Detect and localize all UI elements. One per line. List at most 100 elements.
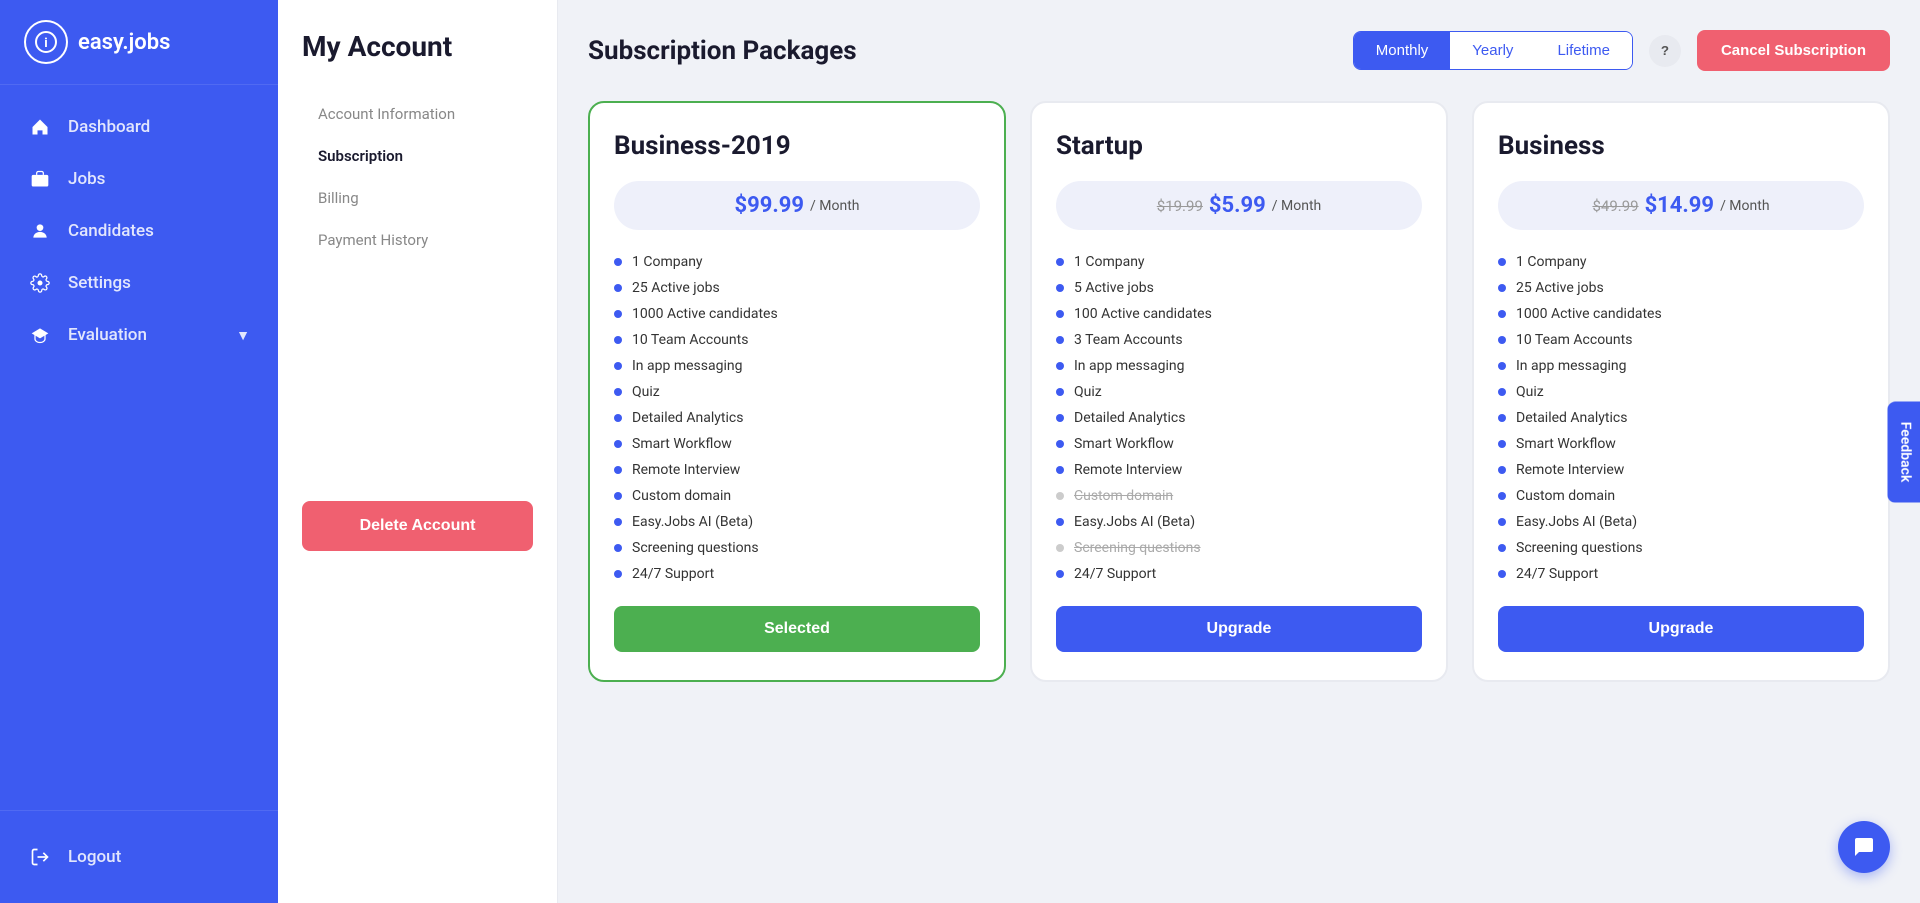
feature-item-0-11: Screening questions <box>614 540 980 556</box>
plan-features-0: 1 Company 25 Active jobs 1000 Active can… <box>614 254 980 582</box>
feature-item-2-5: Quiz <box>1498 384 1864 400</box>
feature-dot-1-9 <box>1056 492 1064 500</box>
feature-dot-0-10 <box>614 518 622 526</box>
feature-text-1-2: 100 Active candidates <box>1074 306 1212 322</box>
feature-dot-0-1 <box>614 284 622 292</box>
feature-dot-1-1 <box>1056 284 1064 292</box>
chat-button[interactable] <box>1838 821 1890 873</box>
plans-grid: Business-2019 $99.99 / Month 1 Company 2… <box>588 101 1890 682</box>
feature-text-1-0: 1 Company <box>1074 254 1145 270</box>
sidebar-item-evaluation[interactable]: Evaluation ▼ <box>0 309 278 361</box>
sidebar-label-settings: Settings <box>68 273 131 293</box>
sidebar-item-candidates[interactable]: Candidates <box>0 205 278 257</box>
plan-name-2: Business <box>1498 131 1864 161</box>
plan-action-btn-1[interactable]: Upgrade <box>1056 606 1422 652</box>
feature-item-0-10: Easy.Jobs AI (Beta) <box>614 514 980 530</box>
plan-action-btn-2[interactable]: Upgrade <box>1498 606 1864 652</box>
delete-account-button[interactable]: Delete Account <box>302 501 533 551</box>
plan-action-btn-0[interactable]: Selected <box>614 606 980 652</box>
sidebar-label-candidates: Candidates <box>68 221 154 241</box>
logo[interactable]: i easy.jobs <box>0 0 278 85</box>
feature-item-2-9: Custom domain <box>1498 488 1864 504</box>
feature-text-1-1: 5 Active jobs <box>1074 280 1154 296</box>
feature-text-1-10: Easy.Jobs AI (Beta) <box>1074 514 1195 530</box>
account-menu-item-subscription[interactable]: Subscription <box>302 135 533 177</box>
feature-text-0-12: 24/7 Support <box>632 566 714 582</box>
plan-name-0: Business-2019 <box>614 131 980 161</box>
toggle-yearly[interactable]: Yearly <box>1450 32 1535 69</box>
account-menu-item-billing[interactable]: Billing <box>302 177 533 219</box>
feature-item-2-6: Detailed Analytics <box>1498 410 1864 426</box>
feature-dot-1-5 <box>1056 388 1064 396</box>
feature-item-1-2: 100 Active candidates <box>1056 306 1422 322</box>
feature-dot-2-10 <box>1498 518 1506 526</box>
feature-text-1-7: Smart Workflow <box>1074 436 1174 452</box>
feature-item-2-3: 10 Team Accounts <box>1498 332 1864 348</box>
feature-text-1-8: Remote Interview <box>1074 462 1182 478</box>
sidebar-item-settings[interactable]: Settings <box>0 257 278 309</box>
feature-item-0-2: 1000 Active candidates <box>614 306 980 322</box>
plan-features-2: 1 Company 25 Active jobs 1000 Active can… <box>1498 254 1864 582</box>
price-current-1: $5.99 <box>1209 193 1266 218</box>
feature-item-2-12: 24/7 Support <box>1498 566 1864 582</box>
cancel-subscription-button[interactable]: Cancel Subscription <box>1697 30 1890 71</box>
feature-text-2-9: Custom domain <box>1516 488 1615 504</box>
feedback-tab[interactable]: Feedback <box>1888 401 1920 502</box>
sidebar-nav: Dashboard Jobs Candidates Settings Evalu… <box>0 85 278 810</box>
toggle-monthly[interactable]: Monthly <box>1354 32 1451 69</box>
chevron-down-icon: ▼ <box>236 327 250 344</box>
feature-text-0-10: Easy.Jobs AI (Beta) <box>632 514 753 530</box>
sidebar-item-jobs[interactable]: Jobs <box>0 153 278 205</box>
feature-dot-2-4 <box>1498 362 1506 370</box>
feature-dot-1-4 <box>1056 362 1064 370</box>
feature-item-1-3: 3 Team Accounts <box>1056 332 1422 348</box>
plan-card-2: Business $49.99 $14.99 / Month 1 Company… <box>1472 101 1890 682</box>
feature-text-2-11: Screening questions <box>1516 540 1643 556</box>
feature-dot-0-8 <box>614 466 622 474</box>
help-button[interactable]: ? <box>1649 35 1681 67</box>
price-period-2: / Month <box>1720 198 1769 214</box>
feature-item-2-7: Smart Workflow <box>1498 436 1864 452</box>
feature-dot-2-8 <box>1498 466 1506 474</box>
feature-text-2-2: 1000 Active candidates <box>1516 306 1662 322</box>
price-period-1: / Month <box>1272 198 1321 214</box>
subscription-content: Subscription Packages Monthly Yearly Lif… <box>558 0 1920 903</box>
logout-button[interactable]: Logout <box>0 831 278 883</box>
price-old-1: $19.99 <box>1157 197 1203 215</box>
feature-item-0-3: 10 Team Accounts <box>614 332 980 348</box>
sidebar-item-dashboard[interactable]: Dashboard <box>0 101 278 153</box>
feature-dot-2-9 <box>1498 492 1506 500</box>
feature-item-1-6: Detailed Analytics <box>1056 410 1422 426</box>
toggle-lifetime[interactable]: Lifetime <box>1535 32 1632 69</box>
logout-label: Logout <box>68 847 121 867</box>
feature-item-0-5: Quiz <box>614 384 980 400</box>
logout-icon <box>28 845 52 869</box>
feature-item-2-10: Easy.Jobs AI (Beta) <box>1498 514 1864 530</box>
feature-dot-2-5 <box>1498 388 1506 396</box>
feature-dot-1-11 <box>1056 544 1064 552</box>
feature-text-2-12: 24/7 Support <box>1516 566 1598 582</box>
feature-item-0-4: In app messaging <box>614 358 980 374</box>
account-menu-item-payment-history[interactable]: Payment History <box>302 219 533 261</box>
feature-text-2-10: Easy.Jobs AI (Beta) <box>1516 514 1637 530</box>
feature-item-1-11: Screening questions <box>1056 540 1422 556</box>
feature-dot-2-12 <box>1498 570 1506 578</box>
sidebar-logout: Logout <box>0 810 278 903</box>
feature-dot-2-2 <box>1498 310 1506 318</box>
feature-text-1-3: 3 Team Accounts <box>1074 332 1183 348</box>
feature-text-1-5: Quiz <box>1074 384 1102 400</box>
feature-text-2-4: In app messaging <box>1516 358 1626 374</box>
feature-text-2-3: 10 Team Accounts <box>1516 332 1632 348</box>
sidebar-label-dashboard: Dashboard <box>68 117 150 137</box>
feature-dot-1-8 <box>1056 466 1064 474</box>
feature-text-0-2: 1000 Active candidates <box>632 306 778 322</box>
feature-item-0-9: Custom domain <box>614 488 980 504</box>
billing-toggle: Monthly Yearly Lifetime <box>1353 31 1633 70</box>
graduation-icon <box>28 323 52 347</box>
feature-text-0-5: Quiz <box>632 384 660 400</box>
feature-dot-0-0 <box>614 258 622 266</box>
feature-dot-0-2 <box>614 310 622 318</box>
feature-dot-2-6 <box>1498 414 1506 422</box>
account-menu-item-information[interactable]: Account Information <box>302 93 533 135</box>
feature-dot-0-5 <box>614 388 622 396</box>
